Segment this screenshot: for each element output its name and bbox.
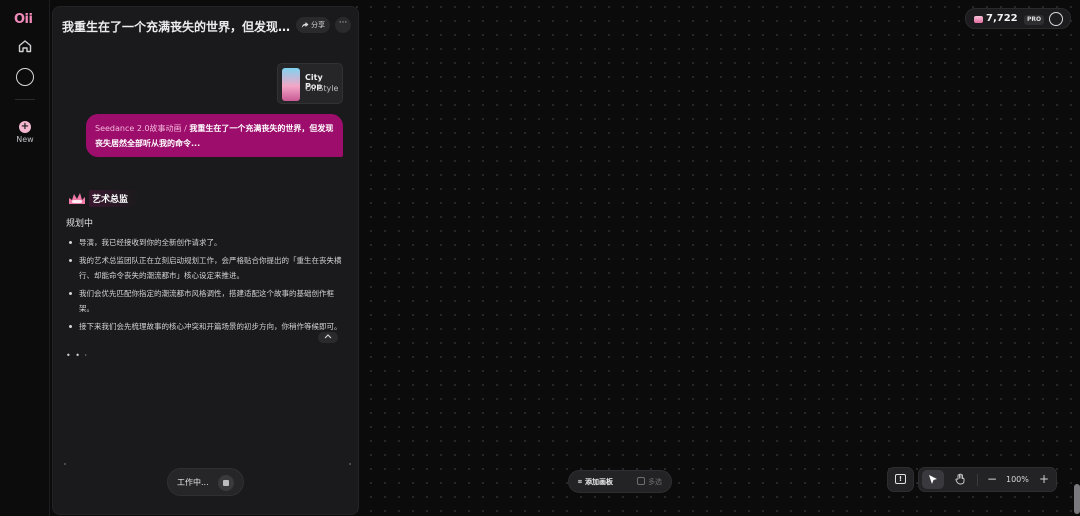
zoom-out-button[interactable]: − [985, 471, 999, 488]
list-item: 我的艺术总监团队正在立刻启动规划工作，会严格贴合你提出的「重生在丧失横行、却能命… [66, 253, 346, 283]
stop-icon [223, 480, 229, 486]
multi-select-button[interactable]: 多选 [637, 477, 662, 487]
agent-name: 艺术总监 [89, 189, 139, 207]
scrollbar-thumb[interactable] [1074, 484, 1080, 514]
chat-panel: 我重生在了一个充满丧失的世界，但发现丧... 分享 ··· City Pop O… [52, 6, 359, 515]
collapse-button[interactable] [318, 332, 338, 343]
credit-gem-icon [974, 16, 983, 23]
stop-button[interactable] [218, 475, 234, 491]
more-options-button[interactable]: ··· [335, 17, 351, 33]
zoom-in-button[interactable]: + [1037, 471, 1051, 488]
home-icon[interactable] [17, 38, 33, 54]
share-label: 分享 [311, 21, 325, 29]
user-message-bubble: Seedance 2.0故事动画 / 我重生在了一个充满丧失的世界，但发现丧失居… [86, 114, 343, 157]
credits-badge[interactable]: 7,722 PRO [965, 8, 1071, 29]
checkbox-icon [637, 477, 645, 485]
working-status-pill: 工作中... [167, 468, 244, 496]
style-thumbnail [282, 68, 300, 101]
crown-fire-icon [67, 190, 87, 206]
model-tag: Seedance 2.0故事动画 [95, 124, 182, 133]
style-subtitle: Oii Style [305, 84, 339, 93]
resize-dot [349, 463, 351, 465]
share-button[interactable]: 分享 [296, 17, 330, 33]
account-circle-icon[interactable] [1049, 12, 1063, 26]
app-logo[interactable]: Oii [14, 12, 33, 27]
feedback-button[interactable]: ! [887, 467, 914, 492]
canvas-toolbar: − 100% + [918, 467, 1057, 492]
agent-header: 艺术总监 [67, 189, 139, 207]
agent-bullet-list: 导演，我已经接收到你的全新创作请求了。 我的艺术总监团队正在立刻启动规划工作，会… [66, 235, 346, 337]
chevron-up-icon [324, 334, 332, 339]
feedback-icon: ! [895, 474, 906, 484]
profile-circle-icon[interactable] [16, 68, 34, 86]
left-rail: Oii + New [0, 0, 50, 516]
working-label: 工作中... [177, 478, 209, 487]
list-item: 接下来我们会先梳理故事的核心冲突和开篇场景的初步方向，你稍作等候即可。 [66, 319, 346, 334]
add-canvas-button[interactable]: ⌗ 添加画板 [578, 477, 613, 487]
new-project-button[interactable]: + New [8, 114, 42, 144]
list-item: 我们会优先匹配你指定的潮流都市风格调性，搭建适配这个故事的基础创作框架。 [66, 286, 346, 316]
new-label: New [16, 135, 34, 144]
multi-select-label: 多选 [648, 478, 662, 486]
plus-icon: + [19, 121, 31, 133]
agent-status: 规划中 [66, 219, 94, 229]
hand-icon [954, 473, 964, 485]
page-title: 我重生在了一个充满丧失的世界，但发现丧... [62, 20, 292, 34]
add-canvas-label: 添加画板 [584, 478, 613, 486]
frame-icon: ⌗ [578, 478, 582, 486]
tag-separator: / [184, 124, 187, 133]
list-item: 导演，我已经接收到你的全新创作请求了。 [66, 235, 346, 250]
zoom-level: 100% [1006, 475, 1029, 484]
share-icon [301, 22, 309, 28]
canvas-action-bar: ⌗ 添加画板 多选 [568, 470, 672, 493]
cursor-arrow-icon [929, 475, 937, 484]
rail-divider [15, 99, 35, 100]
typing-indicator: • • · [66, 351, 89, 360]
resize-dot [64, 463, 66, 465]
select-tool-button[interactable] [922, 470, 944, 489]
toolbar-divider [977, 474, 978, 486]
style-card[interactable]: City Pop Oii Style [277, 63, 343, 104]
hand-tool-button[interactable] [949, 470, 971, 489]
credit-balance: 7,722 [986, 13, 1018, 24]
pro-badge: PRO [1024, 15, 1045, 25]
